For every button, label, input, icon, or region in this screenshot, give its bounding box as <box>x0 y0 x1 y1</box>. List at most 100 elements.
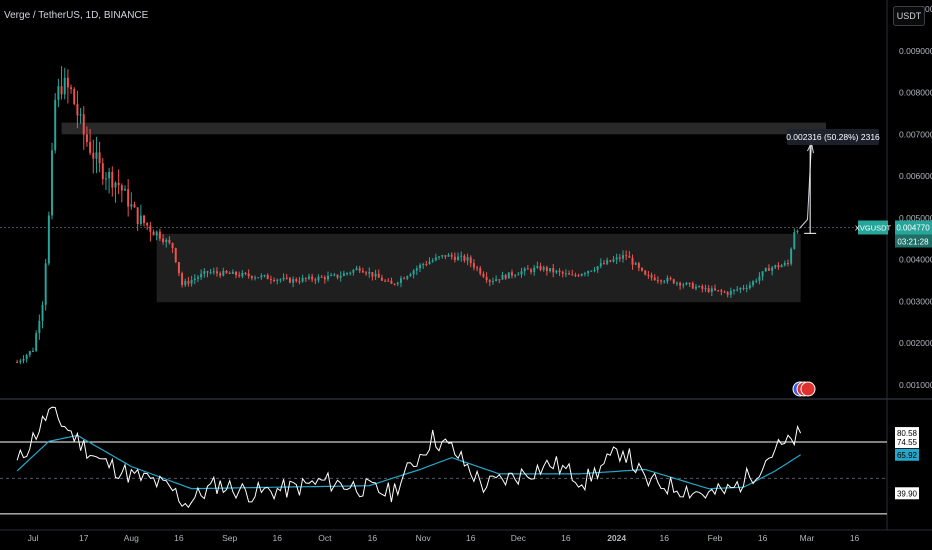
time-tick-label: Jul <box>28 533 39 543</box>
candle-body <box>631 257 634 265</box>
candle-body <box>796 230 799 233</box>
candle-body <box>752 281 755 286</box>
candle-body <box>22 359 25 361</box>
time-tick-label: Oct <box>318 533 332 543</box>
candle-body <box>247 273 250 277</box>
candle-body <box>127 189 130 207</box>
candle-body <box>73 88 76 105</box>
candle-body <box>602 263 605 265</box>
price-tick-label: 0.001000 <box>899 380 932 390</box>
currency-button[interactable]: USDT <box>893 6 925 26</box>
candle-body <box>92 152 95 159</box>
candle-body <box>641 267 644 271</box>
candle-body <box>263 275 266 277</box>
candle-body <box>327 275 329 280</box>
candle-body <box>155 231 158 236</box>
candle-body <box>714 288 716 291</box>
candle-body <box>761 271 764 277</box>
candle-body <box>16 362 19 364</box>
candle-body <box>235 271 237 276</box>
time-tick-label: Dec <box>511 533 527 543</box>
candle-body <box>523 268 526 272</box>
candle-body <box>491 280 494 282</box>
candle-body <box>85 134 88 143</box>
candle-body <box>739 287 742 290</box>
candle-body <box>95 152 98 159</box>
price-tick-label: 0.004000 <box>899 255 932 265</box>
candle-body <box>488 280 491 282</box>
price-tick-label: 0.006000 <box>899 171 932 181</box>
candle-body <box>720 290 723 292</box>
candle-body <box>736 289 739 291</box>
candle-body <box>54 99 57 151</box>
candle-body <box>355 268 358 271</box>
candle-body <box>707 288 710 292</box>
candle-body <box>485 276 488 281</box>
rsi-band-label: 74.55 <box>897 438 918 447</box>
candle-body <box>19 360 22 363</box>
candle-body <box>615 257 618 260</box>
chart-canvas[interactable]: 0.0100000.0090000.0080000.0070000.006000… <box>0 0 932 550</box>
candle-body <box>650 275 653 278</box>
candle-body <box>428 261 431 265</box>
candle-body <box>292 279 295 283</box>
candle-body <box>447 254 450 257</box>
candle-body <box>469 257 472 264</box>
candle-body <box>76 104 79 116</box>
candle-body <box>111 171 114 188</box>
candle-body <box>60 86 63 95</box>
price-tick-label: 0.002000 <box>899 338 932 348</box>
candle-body <box>260 275 263 278</box>
candle-body <box>507 272 510 279</box>
candle-body <box>682 284 685 286</box>
candle-body <box>136 207 139 225</box>
candle-body <box>330 275 333 277</box>
candle-body <box>380 277 383 281</box>
candle-body <box>625 255 628 257</box>
candle-body <box>298 281 301 283</box>
candle-body <box>514 275 517 277</box>
candle-body <box>390 280 393 284</box>
candle-body <box>637 263 640 268</box>
candle-body <box>384 280 387 282</box>
time-tick-label: 16 <box>368 533 378 543</box>
candle-body <box>577 275 580 277</box>
candle-body <box>539 266 542 270</box>
candle-body <box>241 272 244 277</box>
candle-body <box>460 255 463 257</box>
candle-body <box>558 270 561 272</box>
candle-body <box>117 182 120 186</box>
candle-body <box>368 272 371 274</box>
event-badge-circle[interactable] <box>800 381 816 397</box>
candle-body <box>406 276 409 279</box>
candle-body <box>120 185 123 191</box>
candle-body <box>130 204 133 207</box>
candle-body <box>450 254 453 257</box>
candle-body <box>222 270 225 276</box>
candle-body <box>244 272 247 274</box>
candle-body <box>174 248 177 263</box>
candle-body <box>181 273 184 286</box>
candle-body <box>215 271 218 274</box>
candle-body <box>653 277 656 281</box>
candle-body <box>733 289 736 291</box>
candle-body <box>520 271 523 275</box>
candle-body <box>723 291 726 293</box>
candle-body <box>98 152 101 164</box>
candle-body <box>206 271 209 273</box>
price-tick-label: 0.008000 <box>899 88 932 98</box>
candle-body <box>710 288 713 292</box>
candle-body <box>238 275 241 277</box>
candle-body <box>685 282 688 285</box>
candle-body <box>320 276 323 278</box>
candle-body <box>361 270 364 273</box>
candle-body <box>571 274 574 276</box>
candle-body <box>28 351 31 355</box>
candle-body <box>190 280 193 284</box>
candle-body <box>231 271 234 274</box>
candle-body <box>660 280 663 282</box>
candle-body <box>599 263 602 267</box>
candle-body <box>568 273 571 275</box>
candle-body <box>171 242 174 249</box>
candle-body <box>35 333 38 351</box>
